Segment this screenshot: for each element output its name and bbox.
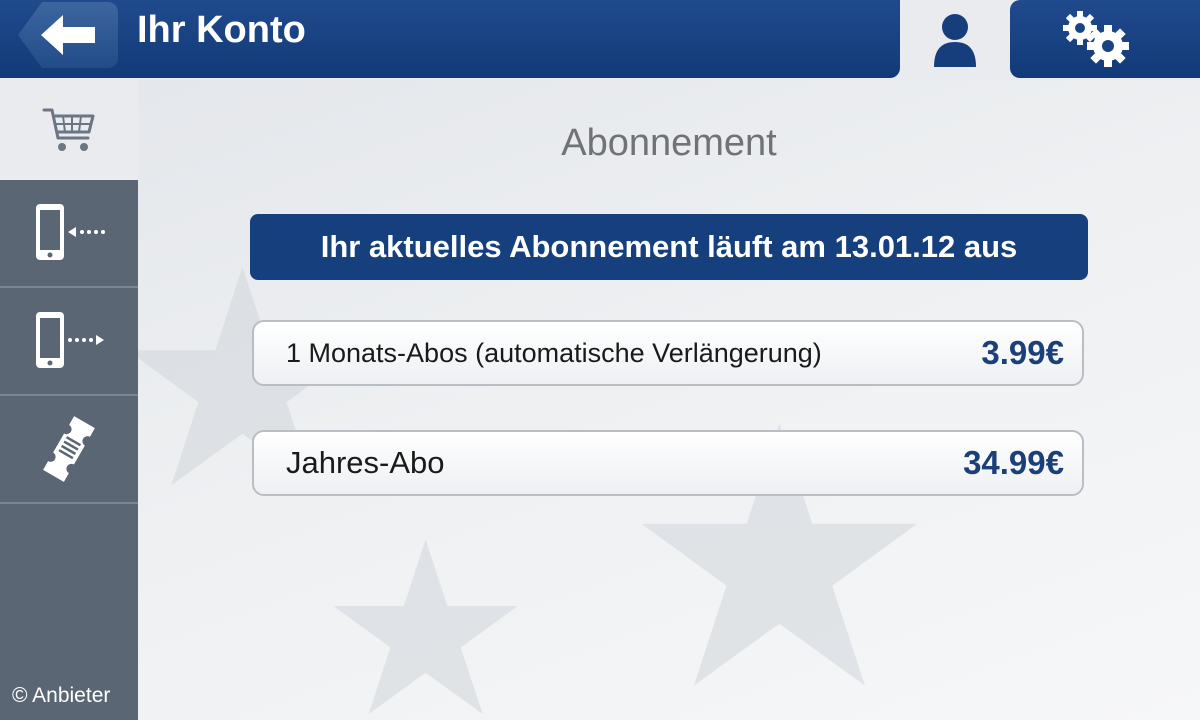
copyright-notice: © Anbieter	[12, 684, 111, 707]
subscription-status-banner: Ihr aktuelles Abonnement läuft am 13.01.…	[250, 214, 1088, 280]
gears-icon	[1063, 11, 1129, 67]
sidebar-item-export[interactable]	[0, 288, 138, 396]
ticket-icon	[43, 416, 95, 482]
subscription-option-monthly[interactable]: 1 Monats-Abos (automatische Verlängerung…	[252, 320, 1084, 386]
section-title: Abonnement	[561, 122, 777, 164]
subscription-option-yearly[interactable]: Jahres-Abo 34.99€	[252, 430, 1084, 496]
phone-export-icon	[36, 312, 104, 368]
sidebar-item-import[interactable]	[0, 180, 138, 288]
option-price: 34.99€	[963, 444, 1064, 481]
cart-icon	[42, 108, 95, 151]
phone-import-icon	[36, 204, 105, 260]
page-title: Ihr Konto	[137, 9, 306, 51]
tab-account[interactable]	[903, 0, 1007, 80]
background-star-decoration: ★	[318, 496, 534, 720]
sidebar-item-voucher[interactable]	[0, 396, 138, 504]
option-label: Jahres-Abo	[286, 445, 445, 480]
arrow-left-icon	[41, 15, 95, 55]
option-price: 3.99€	[981, 334, 1064, 371]
header: Ihr Konto	[0, 0, 1200, 80]
content-area: ★ ★ ★ Abonnement Ihr aktuelles Abonnemen…	[138, 80, 1200, 720]
option-label: 1 Monats-Abos (automatische Verlängerung…	[286, 337, 822, 368]
sidebar-item-shop[interactable]	[0, 80, 138, 180]
tab-settings[interactable]	[1010, 0, 1200, 78]
header-bar	[0, 0, 900, 78]
sidebar	[0, 80, 138, 720]
user-icon	[934, 14, 976, 67]
